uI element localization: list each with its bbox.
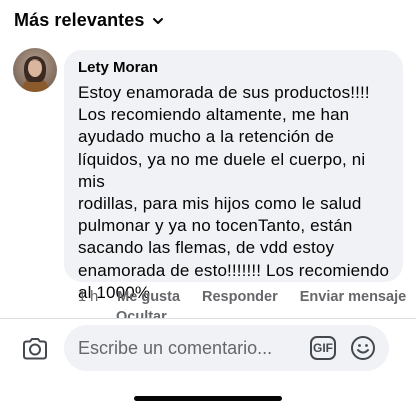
send-message-button[interactable]: Enviar mensaje [300,289,406,305]
comment-actions: 1 h Me gusta Responder Enviar mensaje [78,289,406,305]
avatar[interactable] [13,48,57,92]
sort-selector[interactable]: Más relevantes [14,10,164,31]
like-button[interactable]: Me gusta [117,289,180,305]
comment-input[interactable]: Escribe un comentario... [64,325,389,371]
camera-icon[interactable] [20,334,50,364]
emoji-icon[interactable] [350,335,376,361]
reply-button[interactable]: Responder [202,289,278,305]
comment-bubble: Lety Moran Estoy enamorada de sus produc… [64,50,403,302]
comment-text: Estoy enamorada de sus productos!!!! Los… [78,83,390,302]
comment-input-placeholder: Escribe un comentario... [78,337,273,358]
home-indicator [134,396,282,401]
sort-label: Más relevantes [14,10,145,30]
comments-view: Más relevantes Lety Moran Estoy enamorad… [0,0,416,408]
comment-timestamp[interactable]: 1 h [78,289,98,305]
gif-button[interactable]: GIF [310,336,336,360]
comment-author[interactable]: Lety Moran [78,59,391,77]
chevron-down-icon [153,17,164,24]
avatar-image [13,48,57,92]
comment-composer: Escribe un comentario... GIF [0,318,416,408]
hide-button[interactable]: Ocultar [116,308,167,318]
